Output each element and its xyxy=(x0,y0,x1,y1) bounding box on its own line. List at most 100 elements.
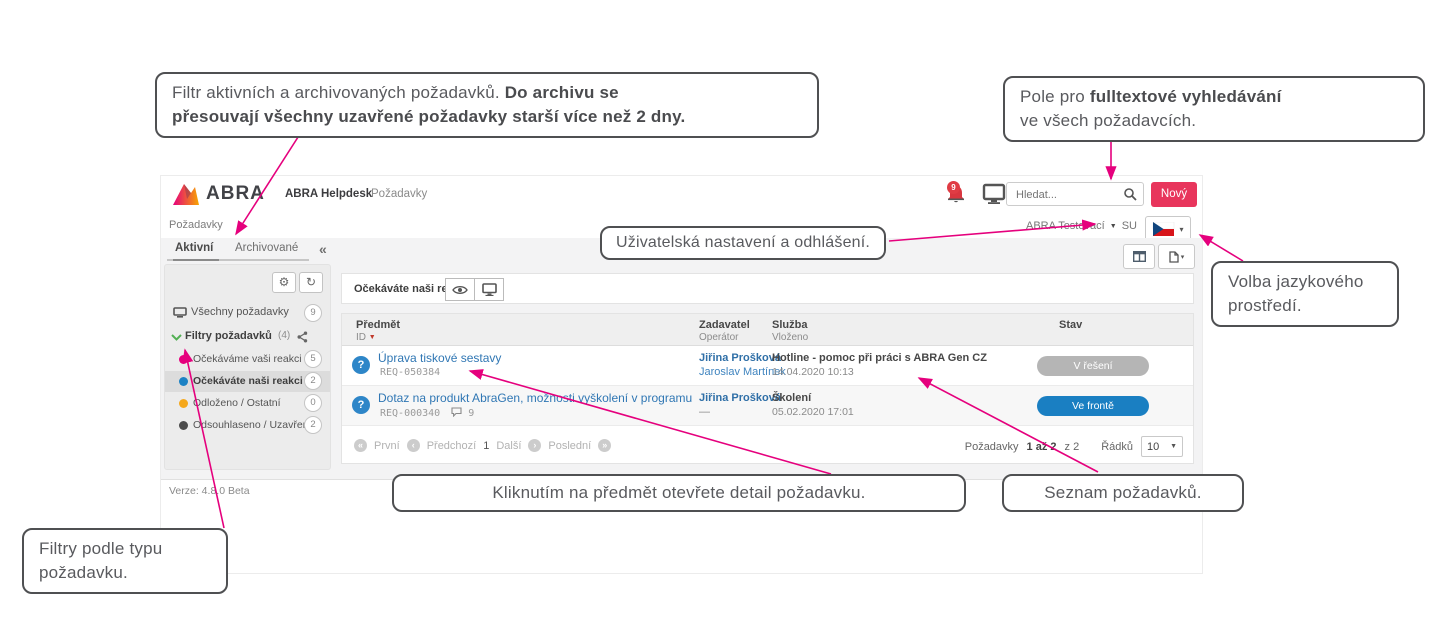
callout-user-settings: Uživatelská nastavení a odhlášení. xyxy=(600,226,886,260)
first-page-label[interactable]: První xyxy=(374,440,400,452)
refresh-button[interactable]: ↻ xyxy=(299,272,323,293)
filter-label: Odsouhlaseno / Uzavřeno xyxy=(193,419,314,431)
filter-dot-blue xyxy=(179,377,188,386)
new-request-button[interactable]: Nový xyxy=(1151,182,1197,207)
screen-icon xyxy=(173,307,187,318)
notifications-button[interactable]: 9 xyxy=(944,182,970,206)
eye-icon xyxy=(452,285,468,295)
tab-active[interactable]: Aktivní xyxy=(175,242,213,254)
previous-page-icon[interactable]: ‹ xyxy=(407,439,420,452)
filter-count: 5 xyxy=(304,350,322,368)
requester-name[interactable]: Jiřina Prošková xyxy=(699,392,781,404)
filter-awaiting-your-reaction[interactable]: Očekáváme vaši reakci 5 xyxy=(165,349,330,370)
rows-per-page-select[interactable]: 10 ▼ xyxy=(1141,436,1183,457)
request-id: REQ-050384 xyxy=(380,367,440,378)
col-id[interactable]: ID ▼ xyxy=(356,332,376,343)
filter-label: Odloženo / Ostatní xyxy=(193,397,281,409)
table-row[interactable]: ? Úprava tiskové sestavy REQ-050384 Jiři… xyxy=(342,346,1193,386)
export-button[interactable]: ▾ xyxy=(1158,244,1195,269)
status-badge: V řešení xyxy=(1037,356,1149,376)
abra-logo-text: ABRA xyxy=(206,183,265,205)
question-icon: ? xyxy=(352,356,370,374)
chevron-down-icon: ▼ xyxy=(1108,223,1119,230)
filter-count: 2 xyxy=(304,372,322,390)
monitor-icon xyxy=(982,183,1006,205)
chevron-down-icon: ▾ xyxy=(1181,253,1185,261)
sidebar-group-filters[interactable]: Filtry požadavků (4) xyxy=(165,327,330,347)
view-eye-button[interactable] xyxy=(445,278,475,301)
callout-request-list: Seznam požadavků. xyxy=(1002,474,1244,512)
current-page[interactable]: 1 xyxy=(483,440,489,452)
user-role: SU xyxy=(1122,220,1137,232)
chevron-down-icon xyxy=(171,334,182,341)
monitor-icon xyxy=(482,283,497,296)
tab-active-underline xyxy=(173,259,219,261)
status-badge: Ve frontě xyxy=(1037,396,1149,416)
sort-desc-icon: ▼ xyxy=(369,334,376,341)
summary-range: 1 až 2 xyxy=(1027,441,1057,453)
question-icon: ? xyxy=(352,396,370,414)
comments-icon xyxy=(451,407,462,417)
request-id: REQ-000340 9 xyxy=(380,407,474,419)
table-header: Předmět ID ▼ Zadavatel Operátor Služba V… xyxy=(342,314,1193,346)
callout-filter-types: Filtry podle typu požadavku. xyxy=(22,528,228,594)
user-menu[interactable]: ABRA Testovací ▼ SU xyxy=(861,220,1137,232)
table-row[interactable]: ? Dotaz na produkt AbraGen, možnosti vyš… xyxy=(342,386,1193,426)
chevron-down-icon: ▾ xyxy=(1179,225,1183,234)
operator-name: — xyxy=(699,406,710,418)
filter-dot-black xyxy=(179,421,188,430)
callout-text: Pole pro xyxy=(1020,87,1090,106)
first-page-icon[interactable]: « xyxy=(354,439,367,452)
app-name[interactable]: ABRA Helpdesk xyxy=(285,188,372,200)
callout-language: Volba jazykového prostředí. xyxy=(1211,261,1399,327)
request-subject-link[interactable]: Úprava tiskové sestavy xyxy=(378,351,501,365)
service-name: Školení xyxy=(772,392,811,404)
page: ABRA ABRA Helpdesk Požadavky 9 xyxy=(0,0,1433,635)
sidebar-panel: ⚙ ↻ Všechny požadavky 9 Filtry požadavků… xyxy=(164,264,331,470)
service-name: Hotline - pomoc při práci s ABRA Gen CZ xyxy=(772,352,987,364)
pagination-summary: Požadavky 1 až 2 z 2 Řádků 10 ▼ xyxy=(965,436,1183,457)
monitor-button[interactable] xyxy=(982,183,1006,205)
gear-icon: ⚙ xyxy=(279,275,290,289)
fulltext-search xyxy=(1006,182,1144,206)
tab-archived[interactable]: Archivované xyxy=(235,242,298,254)
sidebar-tabs: Aktivní Archivované « xyxy=(167,242,331,262)
filter-count: 2 xyxy=(304,416,322,434)
request-subject-link[interactable]: Dotaz na produkt AbraGen, možnosti vyško… xyxy=(378,391,692,405)
previous-page-label[interactable]: Předchozí xyxy=(427,440,477,452)
search-icon[interactable] xyxy=(1123,187,1137,201)
chevron-down-icon: ▼ xyxy=(1170,443,1177,450)
filter-dot-orange xyxy=(179,399,188,408)
sidebar-item-all-requests[interactable]: Všechny požadavky 9 xyxy=(165,303,330,323)
requester-name[interactable]: Jiřina Prošková xyxy=(699,352,781,364)
created-date: 05.02.2020 17:01 xyxy=(772,406,854,418)
col-requester[interactable]: Zadavatel xyxy=(699,319,750,331)
filter-awaiting-our-reaction[interactable]: Očekáváte naši reakci 2 xyxy=(165,371,330,392)
col-status[interactable]: Stav xyxy=(1059,319,1082,331)
search-input[interactable] xyxy=(1014,184,1126,206)
breadcrumb: Požadavky xyxy=(169,219,223,231)
col-subject[interactable]: Předmět xyxy=(356,319,400,331)
view-monitor-button[interactable] xyxy=(474,278,504,301)
rows-per-page-label: Řádků xyxy=(1101,441,1133,453)
callout-text-bold: fulltextové vyhledávání xyxy=(1090,87,1282,106)
collapse-sidebar-icon[interactable]: « xyxy=(319,241,327,257)
next-page-icon[interactable]: › xyxy=(528,439,541,452)
list-toolbar: Očekáváte naši reakci xyxy=(341,273,1194,304)
nav-pozadavky[interactable]: Požadavky xyxy=(371,188,427,200)
next-page-label[interactable]: Další xyxy=(496,440,521,452)
filter-postponed-other[interactable]: Odloženo / Ostatní 0 xyxy=(165,393,330,414)
filter-approved-closed[interactable]: Odsouhlaseno / Uzavřeno 2 xyxy=(165,415,330,436)
created-date: 14.04.2020 10:13 xyxy=(772,366,854,378)
filter-settings-button[interactable]: ⚙ xyxy=(272,272,296,293)
pagination: « První ‹ Předchozí 1 Další › Poslední »… xyxy=(342,426,1193,465)
filters-group-label: Filtry požadavků xyxy=(185,330,272,342)
comments-count: 9 xyxy=(468,408,474,419)
last-page-icon[interactable]: » xyxy=(598,439,611,452)
notification-badge: 9 xyxy=(947,181,960,194)
user-name: ABRA Testovací xyxy=(1026,220,1105,232)
col-service[interactable]: Služba xyxy=(772,319,807,331)
callout-fulltext-search: Pole pro fulltextové vyhledávání ve všec… xyxy=(1003,76,1425,142)
column-settings-button[interactable] xyxy=(1123,244,1155,269)
last-page-label[interactable]: Poslední xyxy=(548,440,591,452)
